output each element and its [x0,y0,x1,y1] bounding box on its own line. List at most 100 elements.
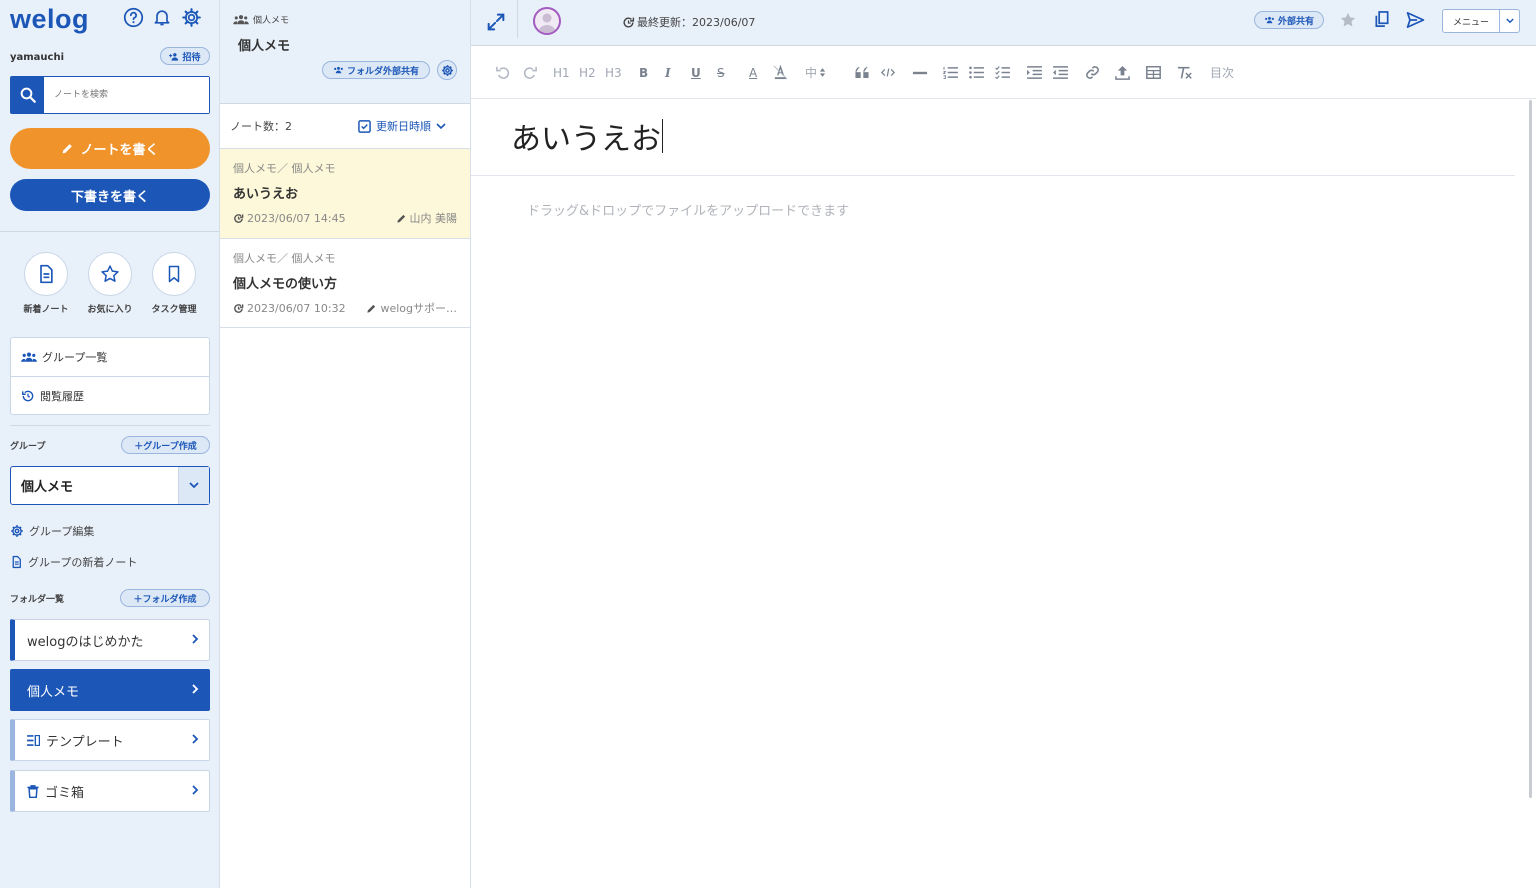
editor-panel: 最終更新：2023/06/07 外部共有 メニュー H1 H2 H3 B I U… [471,0,1536,888]
folder-label: 個人メモ [27,684,80,700]
gear-icon[interactable] [180,6,202,28]
username: yamauchi [10,52,65,63]
external-share-button[interactable]: 外部共有 [1254,11,1324,29]
code-icon[interactable] [881,46,895,99]
bell-icon[interactable] [151,6,173,28]
highlight-icon[interactable] [773,46,788,99]
note-meta: 2023/06/07 14:45 山内 美陽 [233,210,457,226]
group-edit-link[interactable]: グループ編集 [10,523,94,539]
outdent-icon[interactable] [1053,46,1068,99]
horizontal-rule-icon[interactable] [913,46,927,99]
quick-link-new-notes[interactable]: 新着ノート [14,252,78,315]
chevron-right-icon [192,634,199,644]
avatar[interactable] [533,7,561,35]
invite-button[interactable]: 招待 [160,47,210,65]
strikethrough-button[interactable]: S [717,46,725,99]
group-new-notes-label: グループの新着ノート [28,556,138,569]
search-input[interactable] [44,77,209,113]
bullet-list-icon[interactable] [969,46,984,99]
quick-link-label: お気に入り [87,305,133,315]
folder-item-trash[interactable]: ゴミ箱 [10,770,210,812]
sort-arrows-icon [819,68,826,77]
group-select-value: 個人メモ [21,480,74,495]
table-of-contents-button[interactable]: 目次 [1210,46,1234,99]
bold-button[interactable]: B [639,46,648,99]
last-updated: 最終更新：2023/06/07 [622,14,755,30]
quick-link-label: タスク管理 [151,305,197,315]
folder-item-templates[interactable]: テンプレート [10,719,210,761]
folder-item-getting-started[interactable]: welogのはじめかた [10,619,210,661]
group-icon [334,66,343,74]
italic-button[interactable]: I [665,46,671,99]
quote-icon[interactable] [855,46,869,99]
write-draft-label: 下書きを書く [70,189,149,205]
document-title[interactable]: あいうえお [511,114,663,158]
header-divider [517,0,518,38]
font-color-button[interactable]: A [749,46,757,99]
upload-icon[interactable] [1115,46,1130,99]
chevron-right-icon [192,684,199,694]
sort-label: 更新日時順 [376,120,431,133]
menu-dropdown[interactable]: メニュー [1442,9,1520,33]
heading2-button[interactable]: H2 [579,46,596,99]
breadcrumb[interactable]: 個人メモ [233,13,289,26]
write-note-label: ノートを書く [80,143,159,158]
chevron-down-icon [436,122,446,129]
group-edit-label: グループ編集 [29,525,95,538]
heading3-button[interactable]: H3 [605,46,622,99]
heading1-button[interactable]: H1 [553,46,570,99]
table-icon[interactable] [1146,46,1161,99]
note-updated: 2023/06/07 14:45 [247,211,346,225]
favorite-star-icon[interactable] [1339,11,1357,29]
menu-item-group-list[interactable]: グループ一覧 [11,338,209,376]
bookmark-icon [152,252,196,296]
folder-settings-button[interactable] [437,60,457,80]
gear-icon [441,64,453,76]
quick-link-label: 新着ノート [23,305,69,315]
group-select[interactable]: 個人メモ [10,466,210,505]
write-draft-button[interactable]: 下書きを書く [10,179,210,211]
chevron-right-icon [192,734,199,744]
note-list-item[interactable]: 個人メモ／ 個人メモ 個人メモの使い方 2023/06/07 10:32 wel… [220,238,470,328]
group-section-label: グループ [10,442,46,452]
help-icon[interactable] [122,6,144,28]
font-size-button[interactable]: 中 [805,46,826,99]
file-drop-hint[interactable]: ドラッグ&ドロップでファイルをアップロードできます [527,200,849,219]
template-icon [27,734,40,746]
send-icon[interactable] [1406,11,1425,29]
quick-link-tasks[interactable]: タスク管理 [142,252,206,315]
underline-button[interactable]: U [691,46,701,99]
undo-icon[interactable] [495,46,510,99]
link-icon[interactable] [1085,46,1100,99]
folder-section-label: フォルダ一覧 [10,595,65,605]
update-time-icon [623,16,635,28]
ordered-list-icon[interactable] [943,46,958,99]
clear-format-icon[interactable] [1177,46,1193,99]
external-share-label: 外部共有 [1277,16,1314,27]
editor-scrollbar[interactable] [1529,100,1532,798]
folder-share-label: フォルダ外部共有 [346,66,419,77]
note-list-header: 個人メモ 個人メモ フォルダ外部共有 [220,0,470,104]
sort-dropdown[interactable]: 更新日時順 [358,118,446,134]
sidebar: welog yamauchi 招待 ノートを書く [0,0,220,888]
checklist-icon[interactable] [995,46,1010,99]
welog-logo[interactable]: welog [10,4,89,35]
folder-item-personal-memo[interactable]: 個人メモ [10,669,210,711]
create-group-button[interactable]: ＋グループ作成 [121,436,210,454]
folder-share-button[interactable]: フォルダ外部共有 [322,61,430,79]
write-note-button[interactable]: ノートを書く [10,128,210,169]
redo-icon[interactable] [523,46,538,99]
top-icons [122,6,202,28]
indent-icon[interactable] [1027,46,1042,99]
chevron-down-icon[interactable] [178,467,209,504]
copy-icon[interactable] [1374,11,1390,28]
group-new-notes-link[interactable]: グループの新着ノート [10,554,137,570]
note-list-item[interactable]: 個人メモ／ 個人メモ あいうえお 2023/06/07 14:45 山内 美陽 [220,148,470,238]
menu-item-history[interactable]: 閲覧履歴 [11,376,209,414]
search-icon[interactable] [11,77,44,113]
invite-label: 招待 [182,52,201,63]
quick-link-favorites[interactable]: お気に入り [78,252,142,315]
note-title: 個人メモの使い方 [233,277,338,292]
expand-icon[interactable] [485,11,507,33]
create-folder-button[interactable]: ＋フォルダ作成 [120,589,210,607]
